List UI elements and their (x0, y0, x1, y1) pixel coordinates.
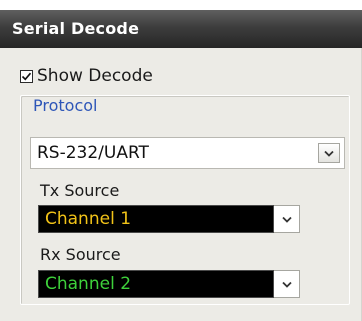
protocol-group-label: Protocol (33, 96, 98, 115)
serial-decode-panel: Serial Decode Show Decode Protocol RS-23… (0, 0, 362, 321)
show-decode-label: Show Decode (37, 66, 153, 86)
protocol-select[interactable]: RS-232/UART (30, 137, 345, 169)
chevron-down-icon[interactable] (274, 205, 300, 233)
rx-source-select[interactable]: Channel 2 (38, 269, 302, 299)
show-decode-checkbox[interactable]: Show Decode (20, 66, 153, 86)
rx-source-value: Channel 2 (38, 270, 274, 298)
tx-source-label: Tx Source (40, 181, 120, 200)
checkmark-icon[interactable] (20, 69, 33, 83)
tx-source-select[interactable]: Channel 1 (38, 204, 302, 234)
protocol-value: RS-232/UART (37, 143, 149, 163)
chevron-down-icon[interactable] (318, 143, 340, 163)
panel-title: Serial Decode (12, 19, 140, 38)
rx-source-label: Rx Source (40, 245, 121, 264)
top-strip (0, 0, 362, 10)
tx-source-value: Channel 1 (38, 205, 274, 233)
chevron-down-icon[interactable] (274, 270, 300, 298)
